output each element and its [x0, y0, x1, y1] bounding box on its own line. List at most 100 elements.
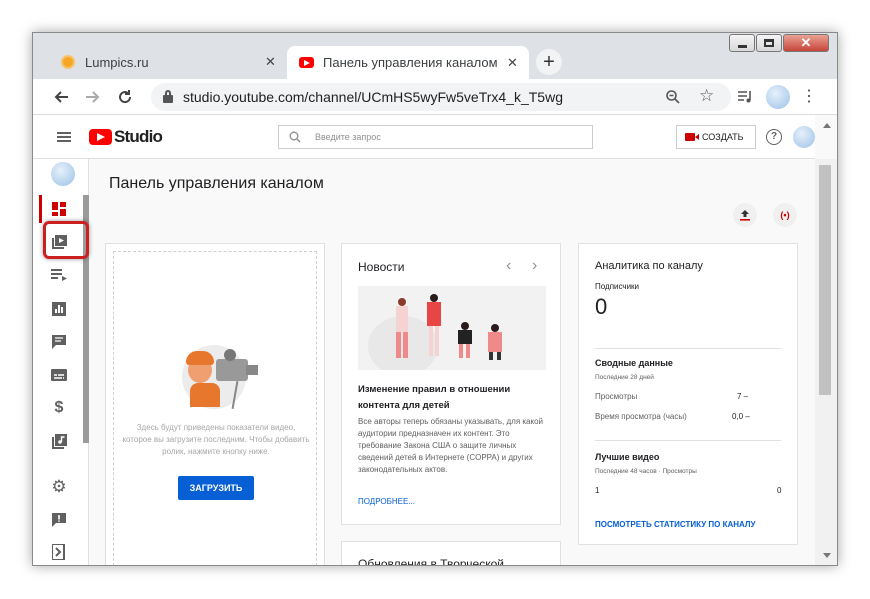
- summary-title: Сводные данные: [595, 358, 673, 368]
- videos-highlight-box: [43, 221, 89, 259]
- playlist-icon: [51, 269, 67, 281]
- sidebar-item-audio-library[interactable]: [47, 429, 71, 453]
- tab-title: Панель управления каналом - Y: [323, 55, 499, 70]
- page-viewport: Studio Введите запрос СОЗДАТЬ ? $ ⚙ Пане…: [33, 115, 837, 566]
- sidebar-item-monetization[interactable]: $: [47, 396, 71, 420]
- videographer-illustration: [182, 337, 262, 417]
- summary-period: Последние 28 дней: [595, 374, 654, 381]
- minimize-button[interactable]: [729, 34, 755, 52]
- scroll-up-icon[interactable]: [823, 123, 831, 128]
- studio-header: Studio Введите запрос СОЗДАТЬ ?: [33, 115, 815, 159]
- star-icon[interactable]: ☆: [699, 86, 714, 106]
- news-illustration: [358, 286, 546, 370]
- search-icon: [289, 131, 301, 143]
- sidebar-item-playlists[interactable]: [47, 263, 71, 287]
- minimize-icon: [737, 44, 747, 48]
- subtitles-icon: [51, 369, 67, 381]
- close-window-button[interactable]: ✕: [783, 34, 829, 52]
- feedback-icon: [52, 513, 66, 527]
- sidebar-item-comments[interactable]: [47, 330, 71, 354]
- news-body: Все авторы теперь обязаны указывать, для…: [358, 417, 544, 474]
- sidebar-item-feedback[interactable]: [47, 508, 71, 532]
- divider: [595, 440, 781, 441]
- top-video-views: 0: [777, 486, 782, 495]
- go-live-button[interactable]: (•): [773, 203, 797, 227]
- channel-analytics-card: Аналитика по каналу Подписчики 0 Сводные…: [578, 243, 798, 545]
- maximize-button[interactable]: [756, 34, 782, 52]
- media-control-button[interactable]: [735, 87, 755, 107]
- hamburger-menu-icon[interactable]: [57, 132, 71, 142]
- tab-title: Lumpics.ru: [85, 54, 149, 70]
- youtube-logo-icon: [89, 129, 112, 145]
- watch-time-value: 0,0 –: [732, 412, 750, 421]
- address-bar[interactable]: studio.youtube.com/channel/UCmHS5wyFw5ve…: [151, 83, 731, 111]
- studio-updates-card: Обновления в Творческой студии: [341, 541, 561, 566]
- subscribers-value: 0: [595, 294, 608, 319]
- audio-library-icon: [51, 433, 67, 449]
- sidebar-item-subtitles[interactable]: [47, 363, 71, 387]
- new-tab-button[interactable]: +: [536, 49, 562, 75]
- sidebar-item-classic-studio[interactable]: [47, 540, 71, 564]
- views-value: 7 –: [737, 392, 749, 401]
- chevron-right-icon[interactable]: ›: [532, 257, 537, 275]
- dashboard-icon: [52, 202, 66, 216]
- scroll-down-icon[interactable]: [823, 553, 831, 558]
- top-video-rank: 1: [595, 486, 600, 495]
- upload-video-button[interactable]: ЗАГРУЗИТЬ: [178, 476, 254, 500]
- reload-button[interactable]: [115, 87, 135, 107]
- top-videos-period: Последние 48 часов · Просмотры: [595, 468, 697, 475]
- views-label: Просмотры: [595, 392, 638, 401]
- studio-logo[interactable]: Studio: [89, 127, 163, 147]
- forward-button[interactable]: [83, 87, 103, 107]
- exit-icon: [52, 544, 65, 560]
- divider: [595, 348, 781, 349]
- news-title: Новости: [358, 260, 405, 274]
- back-button[interactable]: [51, 87, 71, 107]
- tab-youtube-studio[interactable]: Панель управления каналом - Y ✕: [287, 46, 529, 79]
- updates-title: Обновления в Творческой студии: [358, 557, 504, 566]
- upload-icon: [740, 210, 750, 221]
- sidebar-item-settings[interactable]: ⚙: [47, 475, 71, 499]
- live-broadcast-icon: (•): [780, 210, 790, 220]
- forward-arrow-icon: [86, 91, 100, 103]
- read-more-link[interactable]: ПОДРОБНЕЕ...: [358, 497, 415, 506]
- create-label: СОЗДАТЬ: [702, 132, 744, 142]
- reload-icon: [119, 90, 132, 104]
- analytics-title: Аналитика по каналу: [595, 260, 703, 272]
- latest-video-card: Здесь будут приведены показатели видео, …: [105, 243, 325, 565]
- channel-avatar[interactable]: [793, 126, 815, 148]
- comment-icon: [52, 335, 66, 349]
- camera-icon: [685, 133, 699, 141]
- scrollbar-thumb[interactable]: [819, 165, 831, 395]
- news-headline: Изменение правил в отношении контента дл…: [358, 384, 511, 411]
- page-scrollbar[interactable]: [815, 123, 837, 565]
- profile-avatar[interactable]: [766, 85, 790, 109]
- browser-window: ✕ Lumpics.ru ✕ Панель управления каналом…: [32, 32, 838, 566]
- sidebar-item-analytics[interactable]: [47, 297, 71, 321]
- close-tab-icon[interactable]: ✕: [507, 55, 518, 71]
- help-icon[interactable]: ?: [766, 129, 782, 145]
- tab-lumpics[interactable]: Lumpics.ru ✕: [49, 47, 285, 77]
- lock-icon: [163, 90, 173, 103]
- dollar-icon: $: [54, 399, 64, 416]
- view-channel-analytics-link[interactable]: ПОСМОТРЕТЬ СТАТИСТИКУ ПО КАНАЛУ: [595, 520, 756, 529]
- news-card: Новости ‹ › Изменение правил в отношении…: [341, 243, 561, 525]
- maximize-icon: [764, 39, 774, 47]
- close-tab-icon[interactable]: ✕: [265, 54, 276, 70]
- logo-text: Studio: [114, 127, 163, 146]
- url-text: studio.youtube.com/channel/UCmHS5wyFw5ve…: [183, 89, 563, 105]
- browser-menu-button[interactable]: ⋮: [799, 87, 819, 107]
- zoom-icon[interactable]: [665, 89, 681, 105]
- sidebar-item-dashboard[interactable]: [47, 197, 71, 221]
- subscribers-label: Подписчики: [595, 282, 640, 291]
- chevron-left-icon[interactable]: ‹: [506, 257, 511, 275]
- create-button[interactable]: СОЗДАТЬ: [676, 125, 756, 149]
- search-box[interactable]: Введите запрос: [278, 125, 593, 149]
- youtube-favicon: [299, 57, 314, 68]
- top-videos-title: Лучшие видео: [595, 452, 660, 462]
- close-icon: ✕: [800, 35, 812, 50]
- sidebar-channel-avatar[interactable]: [51, 162, 75, 186]
- upload-icon-button[interactable]: [733, 203, 757, 227]
- studio-sidebar: $ ⚙: [33, 159, 89, 565]
- browser-toolbar: studio.youtube.com/channel/UCmHS5wyFw5ve…: [33, 79, 837, 115]
